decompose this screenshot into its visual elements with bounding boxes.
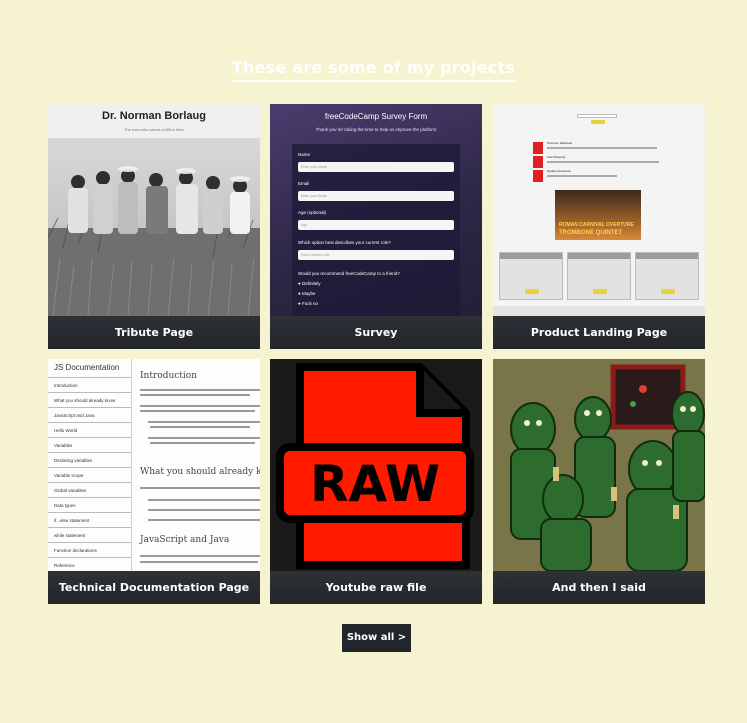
nav-item: Introduction (48, 377, 131, 392)
nav-item: Data types (48, 497, 131, 512)
get-started-button-preview (591, 120, 605, 124)
radio-option: ● Definitely (298, 281, 321, 286)
nav-item: Hello World (48, 422, 131, 437)
nav-item: Reference (48, 557, 131, 571)
docs-heading: JavaScript and Java (140, 535, 230, 545)
project-thumbnail: RAW (270, 359, 482, 571)
project-thumbnail: JS Documentation Introduction What you s… (48, 359, 260, 571)
show-all-button[interactable]: Show all > (342, 624, 411, 652)
project-caption: And then I said (493, 571, 705, 604)
field-label: Which option best describes your current… (298, 240, 391, 245)
project-card-survey[interactable]: freeCodeCamp Survey Form Thank you for t… (270, 104, 482, 349)
email-input-preview (577, 114, 617, 118)
pricing-card (635, 252, 699, 300)
project-caption: Survey (270, 316, 482, 349)
project-card-product[interactable]: Premium Materials Fast Shipping Quality … (493, 104, 705, 349)
project-card-and-then-i-said[interactable]: And then I said (493, 359, 705, 604)
nav-item: while statement (48, 527, 131, 542)
feature-icon (533, 142, 543, 154)
docs-heading: What you should already know (140, 467, 260, 477)
project-thumbnail (493, 359, 705, 571)
project-card-tribute[interactable]: Dr. Norman Borlaug The man who saved a b… (48, 104, 260, 349)
nav-title: JS Documentation (54, 363, 120, 372)
nav-item: Variable scope (48, 467, 131, 482)
raw-file-icon: RAW (276, 363, 474, 569)
nav-item: Variables (48, 437, 131, 452)
nav-item: Global variables (48, 482, 131, 497)
survey-form-preview: Name Enter your name Email Enter your Em… (292, 144, 460, 316)
feature-title: Fast Shipping (547, 155, 566, 159)
nav-item: What you should already know (48, 392, 131, 407)
thumb-subtitle: Thank you for taking the time to help us… (315, 127, 437, 132)
thumb-title: Dr. Norman Borlaug (102, 110, 206, 122)
project-thumbnail: freeCodeCamp Survey Form Thank you for t… (270, 104, 482, 316)
tribute-photo (48, 138, 260, 316)
question-label: Would you recommend freeCodeCamp to a fr… (298, 271, 400, 276)
nav-item: Function declarations (48, 542, 131, 557)
field-label: Email (298, 181, 310, 186)
video-text: TROMBONE QUINTET (559, 230, 622, 236)
field-select: Select current role (298, 250, 454, 260)
feature-title: Premium Materials (547, 141, 573, 145)
nav-item: if...else statement (48, 512, 131, 527)
radio-option: ● Maybe (298, 291, 316, 296)
thumb-subtitle: The man who saved a billion lives (124, 127, 184, 132)
footer-preview (493, 306, 705, 316)
docs-nav-preview: JS Documentation Introduction What you s… (48, 359, 132, 571)
field-input: Enter your name (298, 162, 454, 172)
project-card-raw[interactable]: RAW Youtube raw file (270, 359, 482, 604)
pricing-card (499, 252, 563, 300)
project-card-docs[interactable]: JS Documentation Introduction What you s… (48, 359, 260, 604)
project-caption: Product Landing Page (493, 316, 705, 349)
section-title: These are some of my projects (231, 58, 516, 82)
radio-option: ● Fuck no (298, 301, 318, 306)
project-thumbnail: Premium Materials Fast Shipping Quality … (493, 104, 705, 316)
project-caption: Technical Documentation Page (48, 571, 260, 604)
feature-title: Quality Assurance (547, 169, 572, 173)
nav-item: Declaring variables (48, 452, 131, 467)
project-caption: Tribute Page (48, 316, 260, 349)
field-label: Name (298, 152, 311, 157)
field-input: Age (298, 220, 454, 230)
meme-illustration (493, 359, 705, 571)
field-input: Enter your Email (298, 191, 454, 201)
raw-label: RAW (310, 455, 440, 513)
thumb-title: freeCodeCamp Survey Form (324, 112, 428, 121)
project-thumbnail: Dr. Norman Borlaug The man who saved a b… (48, 104, 260, 316)
section-heading: These are some of my projects (0, 58, 747, 82)
video-text: ROMAN CARNIVAL OVERTURE (559, 222, 634, 228)
docs-heading: Introduction (140, 371, 197, 381)
nav-item: JavaScript and Java (48, 407, 131, 422)
feature-icon (533, 170, 543, 182)
feature-icon (533, 156, 543, 168)
project-caption: Youtube raw file (270, 571, 482, 604)
field-label: Age (optional) (298, 210, 327, 215)
pricing-card (567, 252, 631, 300)
